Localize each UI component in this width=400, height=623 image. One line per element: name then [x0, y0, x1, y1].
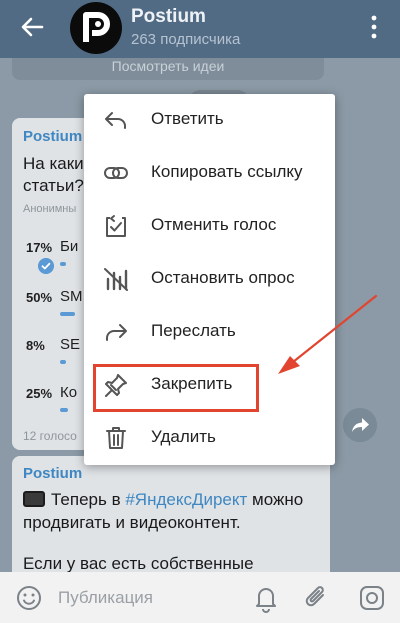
post-text-line: продвигать и видеоконтент. [23, 513, 241, 532]
vote-check-icon [38, 258, 54, 274]
share-icon[interactable] [343, 408, 377, 442]
menu-item-retract-vote[interactable]: Отменить голос [84, 200, 335, 252]
poll-option-bar [60, 360, 66, 364]
poll-option-label: SM [60, 288, 83, 305]
poll-option-bar [60, 262, 66, 266]
pin-highlight-box [93, 364, 259, 412]
postium-logo-icon [83, 12, 110, 42]
previous-message-button[interactable]: Посмотреть идеи [12, 58, 324, 80]
more-vert-icon[interactable] [366, 14, 382, 40]
menu-item-label: Переслать [151, 321, 236, 340]
poll-type: Анонимны [23, 203, 77, 215]
menu-item-reply[interactable]: Ответить [84, 94, 335, 146]
menu-item-label: Копировать ссылку [151, 162, 303, 181]
forward-icon [106, 324, 127, 341]
post-text-line: Теперь в #ЯндексДирект можно [23, 490, 303, 510]
poll-option-percent: 50% [26, 290, 53, 305]
stop-poll-icon [104, 268, 128, 291]
poll-option-label: Би [60, 238, 79, 255]
input-bar: Публикация [0, 572, 400, 623]
post-message[interactable]: Postium Теперь в #ЯндексДирект можно про… [12, 456, 330, 572]
tv-icon [23, 491, 45, 507]
reply-icon [105, 112, 126, 129]
annotation-arrow [278, 294, 378, 374]
poll-option-percent: 25% [26, 386, 53, 401]
menu-item-label: Остановить опрос [151, 268, 295, 287]
message-author: Postium [23, 128, 83, 145]
message-author: Postium [23, 465, 83, 482]
poll-option-percent: 17% [26, 240, 53, 255]
menu-item-label: Ответить [151, 109, 224, 128]
poll-option-label: SE [60, 336, 81, 353]
menu-item-delete[interactable]: Удалить [84, 412, 335, 464]
back-arrow-icon[interactable] [18, 13, 46, 41]
channel-avatar[interactable] [70, 2, 122, 54]
chat-header: Postium 263 подписчика [0, 0, 400, 58]
trash-icon [106, 427, 126, 449]
paperclip-icon[interactable] [303, 583, 331, 613]
emoji-icon[interactable] [15, 584, 43, 612]
post-text-line: Если у вас есть собственные [23, 554, 254, 572]
poll-option-bar [60, 312, 75, 316]
hashtag-link[interactable]: #ЯндексДирект [125, 490, 247, 509]
post-text: Теперь в [51, 490, 126, 509]
poll-option-bar [60, 408, 68, 412]
camera-icon[interactable] [357, 583, 387, 613]
post-text: можно [247, 490, 304, 509]
retract-vote-icon [106, 215, 126, 237]
link-icon [104, 167, 128, 179]
channel-title[interactable]: Postium [131, 6, 206, 28]
menu-item-copy-link[interactable]: Копировать ссылку [84, 147, 335, 199]
menu-item-label: Удалить [151, 427, 216, 446]
poll-option-percent: 8% [26, 338, 45, 353]
message-input[interactable]: Публикация [58, 588, 153, 608]
poll-vote-count: 12 голосо [23, 429, 77, 443]
poll-option-label: Ко [60, 384, 78, 401]
bell-icon[interactable] [252, 583, 280, 613]
menu-item-label: Отменить голос [151, 215, 277, 234]
subscriber-count: 263 подписчика [131, 31, 241, 48]
